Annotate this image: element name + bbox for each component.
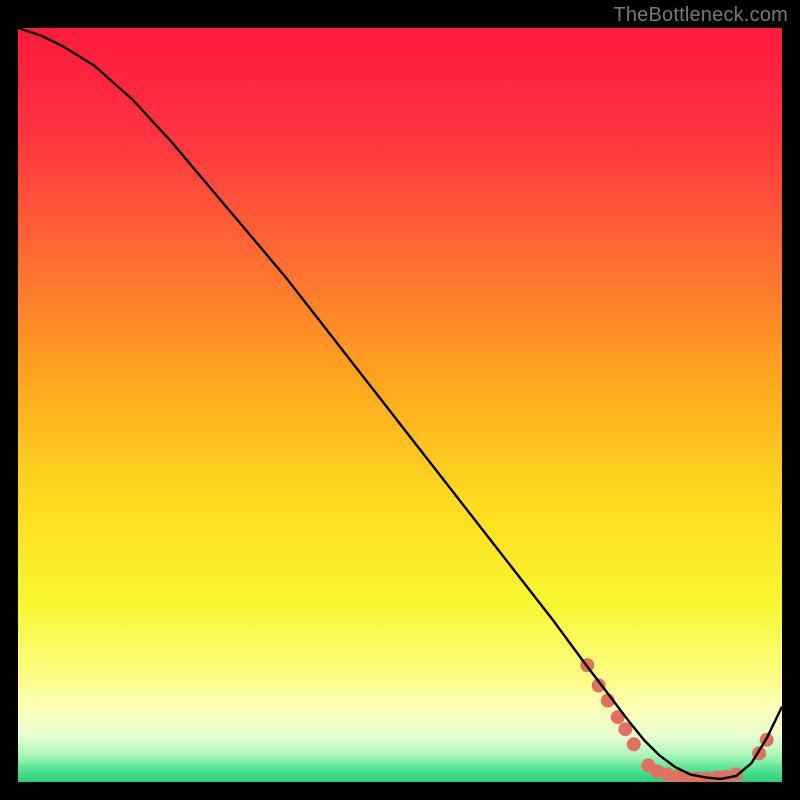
chart-frame: TheBottleneck.com [0, 0, 800, 800]
plot-area [18, 28, 782, 782]
highlight-dot [627, 737, 641, 751]
gradient-background [18, 28, 782, 782]
chart-svg [18, 28, 782, 782]
watermark-text: TheBottleneck.com [613, 4, 788, 27]
